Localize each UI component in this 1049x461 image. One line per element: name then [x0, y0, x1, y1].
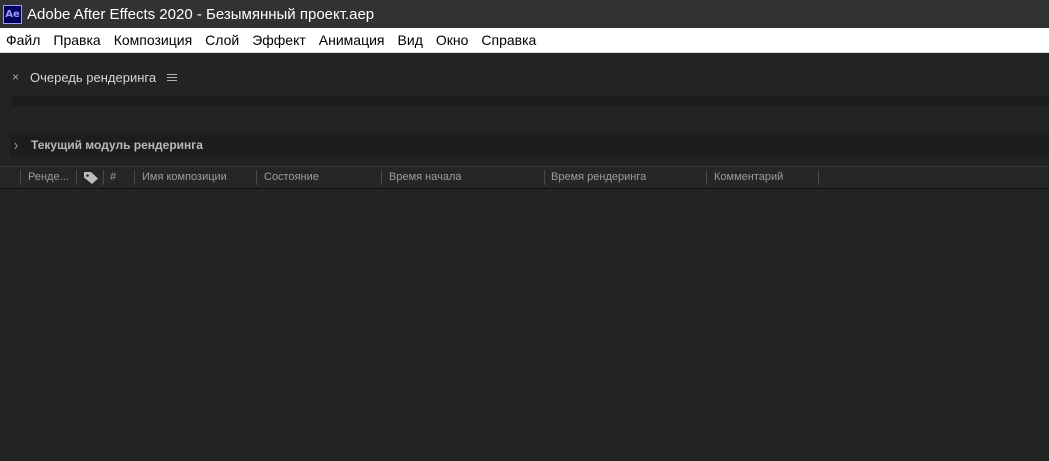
panel-menu-icon[interactable] [167, 73, 178, 81]
title-bar: Ae Adobe After Effects 2020 - Безымянный… [0, 0, 1049, 28]
close-icon[interactable]: × [12, 70, 19, 84]
column-separator[interactable] [134, 170, 135, 185]
column-status[interactable]: Состояние [264, 167, 319, 188]
menu-effect[interactable]: Эффект [246, 28, 313, 53]
render-queue-tab[interactable]: × Очередь рендеринга [0, 64, 178, 90]
column-start-time[interactable]: Время начала [389, 167, 461, 188]
menu-edit[interactable]: Правка [47, 28, 107, 53]
menu-view[interactable]: Вид [392, 28, 430, 53]
column-separator[interactable] [76, 170, 77, 185]
menu-help[interactable]: Справка [475, 28, 543, 53]
column-separator[interactable] [544, 170, 545, 185]
after-effects-app-icon: Ae [3, 4, 22, 24]
column-separator[interactable] [20, 170, 21, 185]
menu-window[interactable]: Окно [430, 28, 476, 53]
window-title: Adobe After Effects 2020 - Безымянный пр… [27, 5, 375, 23]
progress-strip [12, 96, 1049, 106]
column-number[interactable]: # [110, 167, 116, 188]
column-separator[interactable] [381, 170, 382, 185]
column-separator[interactable] [706, 170, 707, 185]
column-render[interactable]: Рендe... [28, 167, 72, 188]
column-separator[interactable] [256, 170, 257, 185]
column-render-time[interactable]: Время рендеринга [551, 167, 646, 188]
chevron-right-icon[interactable]: › [14, 136, 18, 154]
menu-file[interactable]: Файл [0, 28, 47, 53]
column-comment[interactable]: Комментарий [714, 167, 783, 188]
menu-animation[interactable]: Анимация [313, 28, 392, 53]
current-render-module-label: Текущий модуль рендеринга [31, 138, 203, 152]
column-comp-name[interactable]: Имя композиции [142, 167, 227, 188]
column-separator[interactable] [103, 170, 104, 185]
render-queue-header: Рендe... # Имя композиции Состояние Врем… [0, 166, 1049, 189]
menu-bar: Файл Правка Композиция Слой Эффект Анима… [0, 28, 1049, 53]
tag-icon[interactable] [83, 171, 99, 185]
render-queue-panel: × Очередь рендеринга › Текущий модуль ре… [0, 54, 1049, 461]
current-render-module-bar[interactable]: › Текущий модуль рендеринга [10, 133, 1049, 157]
column-separator[interactable] [818, 170, 819, 185]
menu-composition[interactable]: Композиция [108, 28, 199, 53]
menu-layer[interactable]: Слой [199, 28, 246, 53]
tab-label: Очередь рендеринга [30, 69, 157, 85]
